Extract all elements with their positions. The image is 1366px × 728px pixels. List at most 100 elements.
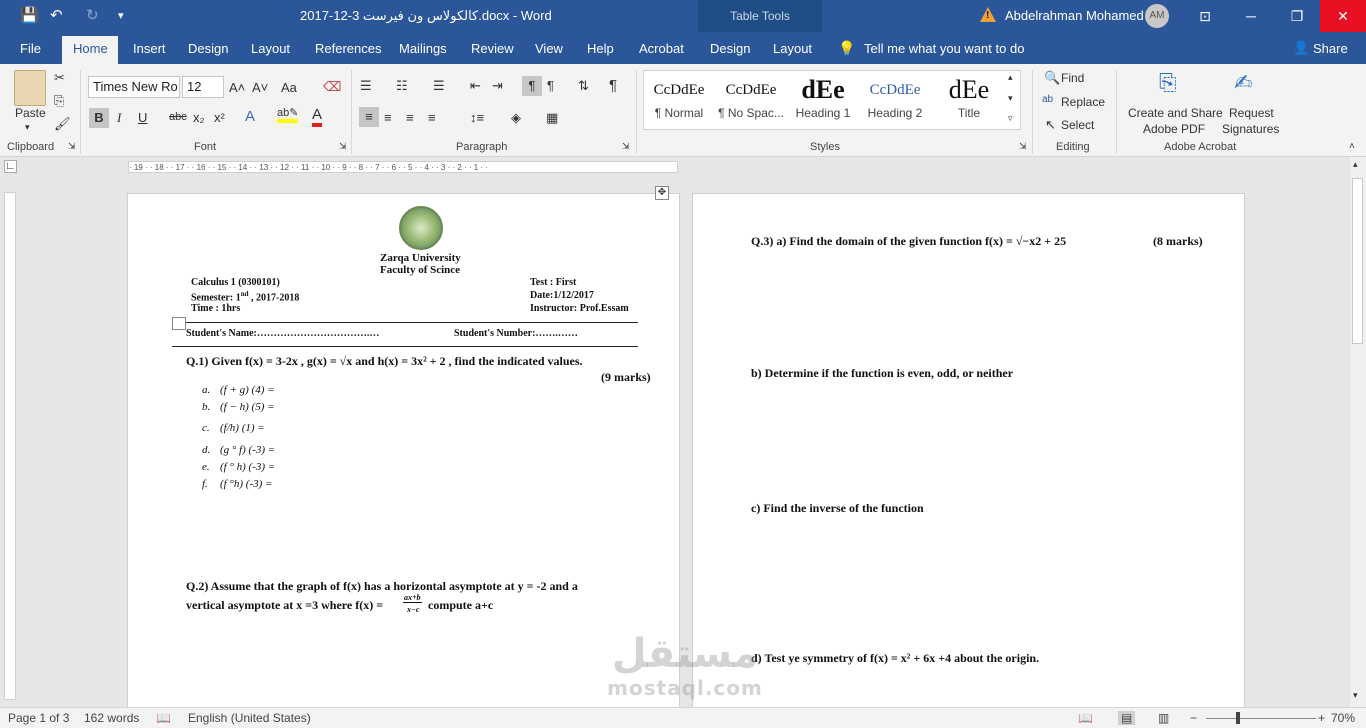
decrease-indent-icon[interactable]: ⇤ [470, 78, 481, 94]
style-title[interactable]: dEe Title [934, 68, 1004, 128]
rtl-icon[interactable]: ¶ [547, 78, 554, 93]
paste-icon[interactable] [14, 70, 46, 106]
table-select-icon[interactable] [172, 317, 186, 330]
tab-help[interactable]: Help [587, 41, 614, 56]
read-mode-icon[interactable]: 📖 [1078, 711, 1093, 725]
document-page-2[interactable]: Q.3) a) Find the domain of the given fun… [692, 193, 1245, 713]
tell-me-search[interactable]: Tell me what you want to do [864, 41, 1024, 56]
ltr-icon[interactable]: ¶ [522, 76, 542, 96]
cut-icon[interactable]: ✂ [54, 70, 65, 86]
bold-button[interactable]: B [89, 108, 109, 128]
request-signatures-button[interactable]: Request [1229, 106, 1274, 120]
shrink-font-icon[interactable]: A˅ [252, 80, 268, 95]
show-marks-icon[interactable]: ¶ [609, 77, 617, 94]
horizontal-ruler[interactable]: · 19 · · 18 · · 17 · · 16 · · 15 · · 14 … [128, 161, 678, 173]
strikethrough-button[interactable]: abc [169, 111, 187, 123]
grow-font-icon[interactable]: A˄ [229, 80, 245, 95]
vertical-ruler[interactable] [4, 192, 16, 700]
zoom-slider-thumb[interactable] [1236, 712, 1240, 724]
font-name-combo[interactable]: Times New Ro [88, 76, 180, 98]
avatar[interactable]: AM [1145, 4, 1169, 28]
zoom-slider[interactable] [1206, 718, 1316, 719]
tab-selector-icon[interactable]: ∟ [4, 160, 17, 173]
font-size-combo[interactable]: 12 [182, 76, 224, 98]
minimize-button[interactable]: ─ [1228, 0, 1274, 32]
format-painter-icon[interactable]: 🖌 [54, 116, 71, 132]
align-left-icon[interactable]: ≡ [359, 107, 379, 127]
numbering-icon[interactable]: ☷ [396, 78, 408, 94]
tab-design[interactable]: Design [188, 41, 228, 56]
save-icon[interactable]: 💾 [20, 6, 39, 24]
style-no-spacing[interactable]: CcDdEe ¶ No Spac... [716, 68, 786, 128]
paragraph-launcher-icon[interactable]: ⇲ [622, 141, 630, 152]
zoom-in-icon[interactable]: + [1318, 711, 1325, 725]
web-layout-icon[interactable]: ▥ [1158, 711, 1169, 725]
style-heading1[interactable]: dEe Heading 1 [788, 68, 858, 128]
clipboard-launcher-icon[interactable]: ⇲ [68, 141, 76, 152]
create-pdf-button[interactable]: Create and Share [1128, 106, 1223, 120]
align-right-icon[interactable]: ≡ [406, 110, 414, 125]
warning-icon[interactable] [980, 7, 996, 22]
table-move-handle-icon[interactable]: ✥ [655, 186, 669, 200]
borders-icon[interactable]: ▦ [546, 110, 558, 126]
tab-layout[interactable]: Layout [251, 41, 290, 56]
tab-table-design[interactable]: Design [710, 41, 750, 56]
undo-icon[interactable]: ↶ [50, 6, 63, 24]
scroll-down-icon[interactable]: ▾ [1353, 690, 1358, 701]
font-color-icon[interactable]: A [312, 106, 323, 127]
replace-button[interactable]: Replace [1061, 95, 1105, 109]
style-normal[interactable]: CcDdEe ¶ Normal [644, 68, 714, 128]
proofing-icon[interactable]: 📖 [156, 711, 171, 725]
paste-dropdown-icon[interactable]: ▾ [25, 122, 30, 133]
copy-icon[interactable]: ⎘ [54, 93, 64, 109]
find-button[interactable]: Find [1061, 71, 1084, 85]
select-button[interactable]: Select [1061, 118, 1094, 132]
sort-icon[interactable]: ⇅ [578, 78, 589, 94]
align-center-icon[interactable]: ≡ [384, 110, 392, 125]
close-button[interactable]: ✕ [1320, 0, 1366, 32]
page-count[interactable]: Page 1 of 3 [8, 711, 69, 725]
tab-references[interactable]: References [315, 41, 381, 56]
subscript-button[interactable]: x₂ [193, 110, 205, 125]
redo-icon[interactable]: ↻ [86, 6, 99, 24]
font-launcher-icon[interactable]: ⇲ [339, 141, 347, 152]
tab-home[interactable]: Home [73, 41, 108, 56]
document-page-1[interactable]: Zarqa University Faculty of Scince Calcu… [127, 193, 680, 713]
italic-button[interactable]: I [117, 110, 121, 126]
zoom-out-icon[interactable]: − [1190, 711, 1197, 725]
request-signatures-button-line2[interactable]: Signatures [1222, 122, 1279, 136]
word-count[interactable]: 162 words [84, 711, 139, 725]
language[interactable]: English (United States) [188, 711, 311, 725]
text-effects-icon[interactable]: A [245, 108, 255, 125]
collapse-ribbon-icon[interactable]: ˄ [1349, 141, 1355, 152]
create-pdf-button-line2[interactable]: Adobe PDF [1143, 122, 1205, 136]
change-case-icon[interactable]: Aa [281, 80, 297, 95]
share-button[interactable]: Share [1313, 41, 1348, 56]
tab-file[interactable]: File [20, 41, 41, 56]
tab-view[interactable]: View [535, 41, 563, 56]
line-spacing-icon[interactable]: ↕≡ [470, 110, 484, 125]
tab-mailings[interactable]: Mailings [399, 41, 447, 56]
shading-icon[interactable]: ◈ [511, 110, 521, 126]
tab-review[interactable]: Review [471, 41, 514, 56]
tab-acrobat[interactable]: Acrobat [639, 41, 684, 56]
increase-indent-icon[interactable]: ⇥ [492, 78, 503, 94]
superscript-button[interactable]: x² [214, 110, 225, 125]
ribbon-display-button[interactable]: ⊡ [1182, 0, 1228, 32]
highlight-icon[interactable]: ab✎ [277, 106, 299, 123]
styles-scroll-down-icon[interactable]: ▾ [1008, 93, 1013, 104]
clear-formatting-icon[interactable]: ⌫ [323, 79, 341, 95]
justify-icon[interactable]: ≡ [428, 110, 436, 125]
bullets-icon[interactable]: ☰ [360, 78, 372, 94]
print-layout-icon[interactable]: ▤ [1118, 711, 1136, 725]
underline-button[interactable]: U [138, 110, 147, 125]
style-heading2[interactable]: CcDdEe Heading 2 [860, 68, 930, 128]
styles-launcher-icon[interactable]: ⇲ [1019, 141, 1027, 152]
styles-scroll-up-icon[interactable]: ▴ [1008, 72, 1013, 83]
tab-table-layout[interactable]: Layout [773, 41, 812, 56]
customize-qat-icon[interactable]: ▾ [118, 9, 124, 22]
user-name[interactable]: Abdelrahman Mohamed [1005, 8, 1144, 23]
zoom-level[interactable]: 70% [1331, 711, 1355, 725]
tab-insert[interactable]: Insert [133, 41, 166, 56]
scroll-up-icon[interactable]: ▴ [1353, 159, 1358, 170]
